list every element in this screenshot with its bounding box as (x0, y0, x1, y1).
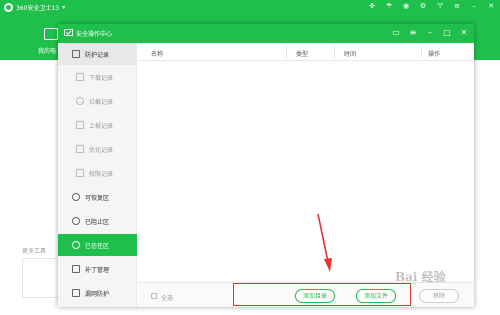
sidebar-item-label: 已信任区 (85, 242, 110, 250)
maximize-icon[interactable]: □ (443, 28, 451, 38)
select-all-label[interactable]: 全选 (161, 293, 173, 302)
sidebar-item-label: 可恢复区 (85, 194, 110, 202)
feedback-icon[interactable]: ▭ (392, 28, 400, 38)
sidebar-item-patch-management[interactable]: 补丁管理 (58, 258, 137, 280)
download-icon (76, 73, 84, 81)
permission-icon (76, 169, 84, 177)
app-title-text: 360安全卫士13 (16, 5, 60, 12)
cloud-icon[interactable]: ☂ (384, 2, 394, 10)
close-icon[interactable]: ✕ (460, 28, 468, 38)
dropdown-icon[interactable]: ▾ (62, 4, 65, 11)
apps-icon[interactable]: ⚙ (418, 2, 428, 10)
checklist-icon (72, 50, 80, 58)
monitor-icon (44, 28, 58, 40)
optimize-icon (76, 145, 84, 153)
sidebar-item-block-records[interactable]: 拦截记录 (58, 90, 137, 112)
upload-icon (76, 121, 84, 129)
sidebar-item-blocked-zone[interactable]: 已阻止区 (58, 210, 137, 232)
dialog-window-controls: ▭ ≡ – □ ✕ (392, 28, 468, 38)
watermark: Bai 经验 (395, 270, 446, 284)
skin-icon[interactable]: ✜ (367, 2, 377, 10)
sidebar-item-label: 已阻止区 (85, 218, 110, 226)
sidebar-item-restore-zone[interactable]: 可恢复区 (58, 186, 137, 208)
close-icon[interactable]: ✕ (486, 2, 496, 10)
restore-icon (72, 193, 80, 201)
block-icon (76, 97, 84, 105)
dialog-title: 安全操作中心 (76, 31, 113, 38)
app-logo-icon (4, 3, 13, 12)
table-header: 名称 类型 时间 操作 (138, 43, 474, 61)
column-header-action[interactable]: 操作 (428, 49, 440, 58)
sidebar-item-label: 防护记录 (85, 51, 110, 59)
patch-icon (72, 265, 80, 273)
column-divider[interactable] (421, 46, 422, 58)
more-tools-label[interactable]: 更多工具 (22, 246, 46, 255)
tool-tile[interactable] (22, 258, 62, 298)
sidebar-item-label: 拦截记录 (89, 98, 114, 106)
sidebar-item-permission-records[interactable]: 权限记录 (58, 162, 137, 184)
remove-button[interactable]: 移除 (419, 289, 459, 303)
shirt-icon[interactable]: ♈ (435, 2, 445, 10)
sidebar-item-label: 权限记录 (89, 170, 114, 178)
sidebar-item-label: 优化记录 (89, 146, 114, 154)
net-protect-icon (72, 289, 80, 297)
avatar-icon[interactable]: ◉ (401, 2, 411, 10)
select-all-checkbox[interactable] (151, 293, 157, 299)
minimize-icon[interactable]: – (469, 2, 479, 10)
sidebar-item-label: 下载记录 (89, 74, 114, 82)
highlight-box (233, 283, 411, 306)
shield-icon (72, 217, 80, 225)
app-title: 360安全卫士13 ▾ (4, 3, 65, 12)
menu-icon[interactable]: ≡ (452, 2, 462, 10)
column-header-time[interactable]: 时间 (344, 49, 356, 58)
sidebar-item-download-records[interactable]: 下载记录 (58, 66, 137, 88)
security-center-icon (64, 29, 73, 36)
sidebar: 防护记录 下载记录 拦截记录 上报记录 优化记录 权限记录 可恢复区 已阻止区 (58, 43, 137, 307)
security-center-dialog: 安全操作中心 ▭ ≡ – □ ✕ 防护记录 下载记录 拦截记录 上报记录 优化记 (58, 24, 474, 307)
trust-shield-icon (72, 241, 80, 249)
column-divider[interactable] (286, 46, 287, 58)
minimize-icon[interactable]: – (426, 28, 434, 38)
sidebar-item-protection-records[interactable]: 防护记录 (58, 43, 137, 65)
column-divider[interactable] (334, 46, 335, 58)
column-header-name[interactable]: 名称 (151, 49, 163, 58)
sidebar-item-trusted-zone[interactable]: 已信任区 (58, 234, 137, 256)
tab-my-computer[interactable]: 我的电 (38, 46, 56, 55)
background-window-controls: ✜ ☂ ◉ ⚙ ♈ ≡ – ✕ (367, 2, 496, 10)
sidebar-item-label: 补丁管理 (85, 266, 110, 274)
menu-icon[interactable]: ≡ (409, 28, 417, 38)
sidebar-item-label: 漏网防护 (85, 290, 110, 298)
dialog-titlebar: 安全操作中心 ▭ ≡ – □ ✕ (58, 24, 474, 43)
sidebar-item-net-protection[interactable]: 漏网防护 (58, 282, 137, 304)
trusted-items-table: 名称 类型 时间 操作 (138, 43, 474, 282)
sidebar-item-upload-records[interactable]: 上报记录 (58, 114, 137, 136)
column-header-type[interactable]: 类型 (296, 49, 308, 58)
sidebar-item-optimize-records[interactable]: 优化记录 (58, 138, 137, 160)
sidebar-item-label: 上报记录 (89, 122, 114, 130)
